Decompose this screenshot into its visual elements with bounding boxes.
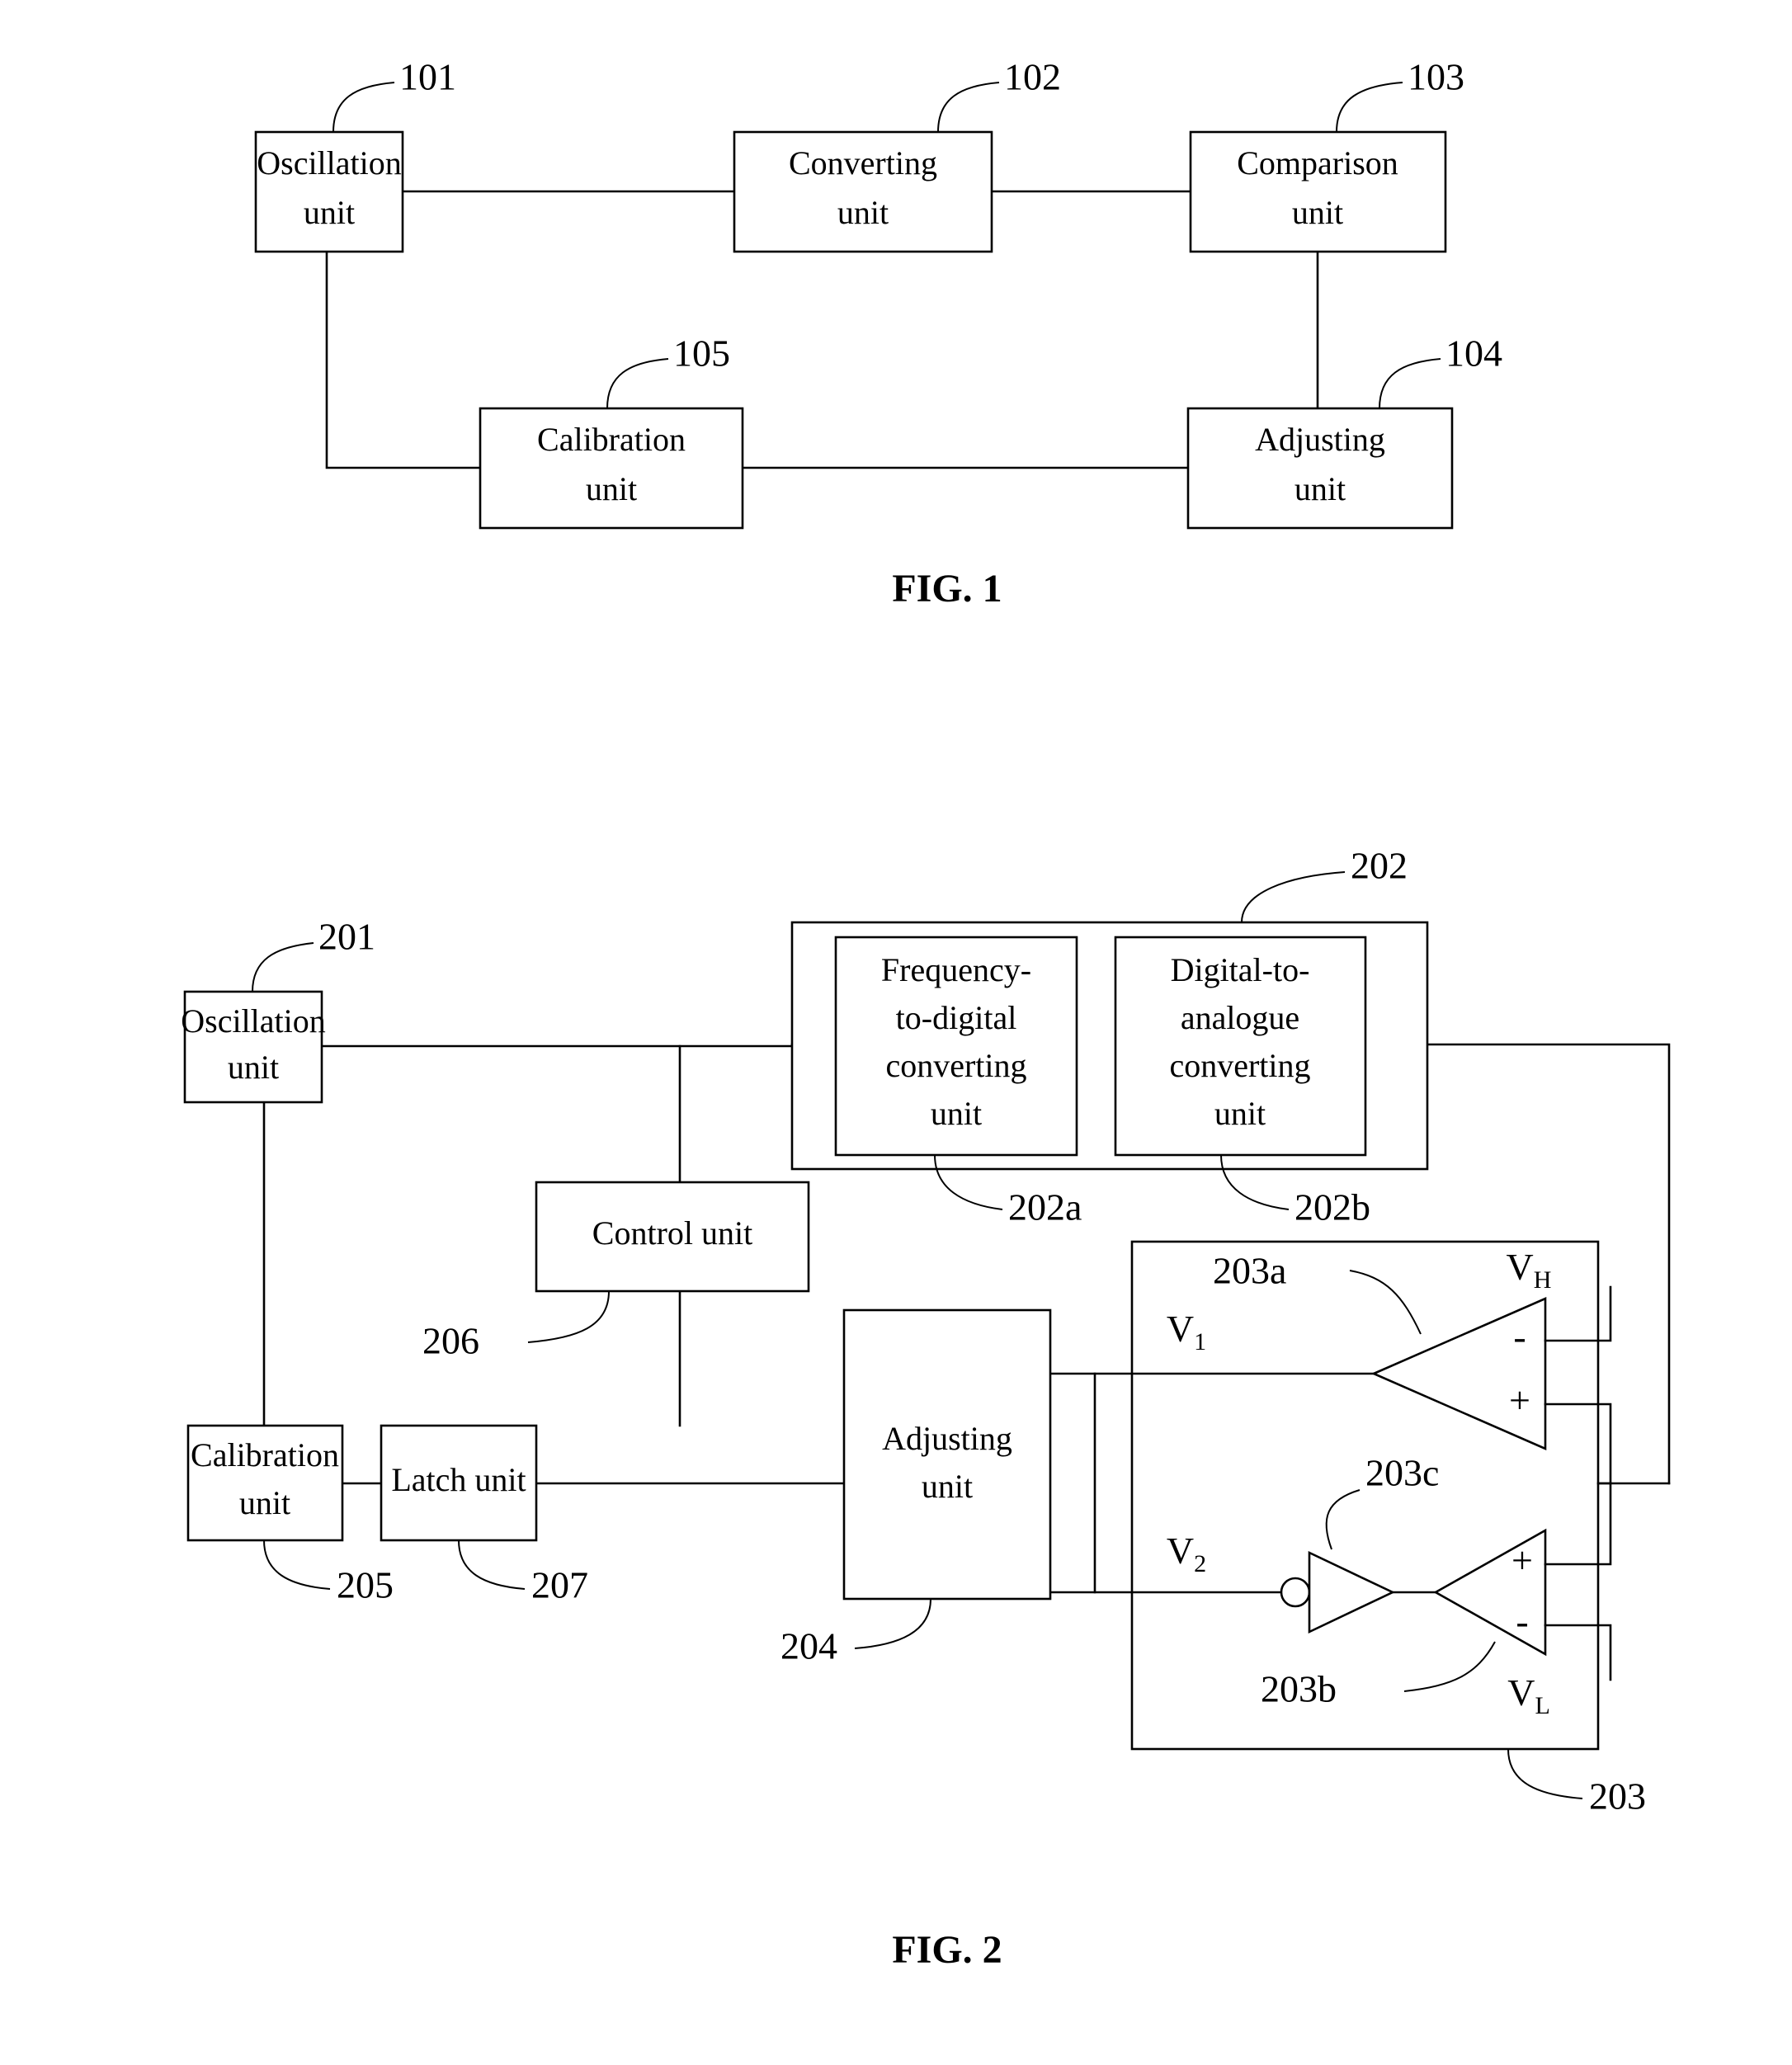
fig2-205-line2: unit — [239, 1484, 290, 1521]
fig1-leader-104 — [1379, 358, 1441, 409]
fig1-oscillation-label-line1: Oscillation — [257, 144, 402, 182]
fig2-ref-206: 206 — [422, 1320, 479, 1362]
fig2-ref-204: 204 — [780, 1625, 837, 1667]
fig2-ref-201: 201 — [318, 916, 375, 958]
fig1-ref-103: 103 — [1408, 56, 1464, 98]
fig1-leader-103 — [1336, 82, 1403, 133]
fig2-leader-206 — [527, 1290, 610, 1343]
fig2-207-line1: Latch unit — [391, 1461, 526, 1498]
fig2-ref-202a: 202a — [1008, 1186, 1082, 1228]
fig1-ref-104: 104 — [1445, 332, 1502, 375]
fig1-comparison-label-line2: unit — [1292, 194, 1343, 231]
fig1-leader-105 — [606, 358, 669, 409]
fig2-202a-line2: to-digital — [896, 999, 1017, 1036]
fig1-ref-102: 102 — [1004, 56, 1061, 98]
fig2-ref-202b: 202b — [1294, 1186, 1370, 1228]
fig1-calibration-label-line2: unit — [586, 470, 637, 507]
fig1-adjusting-label-line2: unit — [1294, 470, 1346, 507]
fig2-ref-203b: 203b — [1261, 1668, 1337, 1710]
fig2-204-line1: Adjusting — [882, 1420, 1012, 1457]
fig2-ref-202: 202 — [1351, 845, 1408, 887]
patent-figure-page: Oscillation unit 101 Converting unit 102… — [0, 0, 1792, 2065]
fig2-202b-line1: Digital-to- — [1171, 951, 1310, 988]
fig2-comparator-high-plus-pin: + — [1509, 1379, 1530, 1421]
fig1-oscillation-label-line2: unit — [304, 194, 355, 231]
fig2-202a-line3: converting — [885, 1047, 1026, 1084]
fig2-leader-201 — [252, 942, 314, 992]
fig2-202b-line4: unit — [1214, 1095, 1266, 1132]
fig2-202b-line3: converting — [1169, 1047, 1310, 1084]
fig2-ref-203c: 203c — [1365, 1452, 1439, 1494]
fig2-comparator-low-plus-pin: + — [1511, 1539, 1533, 1582]
fig2-leader-204 — [854, 1598, 931, 1649]
fig2-leader-202 — [1241, 871, 1346, 923]
fig2-inverter-bubble-icon — [1280, 1577, 1311, 1608]
fig2-leader-203 — [1507, 1748, 1583, 1799]
fig1-converting-label-line1: Converting — [789, 144, 937, 182]
figure-1: Oscillation unit 101 Converting unit 102… — [254, 56, 1502, 611]
fig2-202b-line2: analogue — [1181, 999, 1299, 1036]
fig2-202a-line1: Frequency- — [881, 951, 1031, 988]
fig2-ref-203a: 203a — [1213, 1250, 1286, 1292]
fig2-ref-203: 203 — [1589, 1775, 1646, 1817]
fig2-ref-207: 207 — [531, 1564, 588, 1606]
fig2-leader-207 — [458, 1539, 526, 1590]
fig2-201-line1: Oscillation — [181, 1002, 326, 1040]
fig2-comparator-high-minus-pin: - — [1513, 1316, 1526, 1358]
fig2-201-line2: unit — [228, 1049, 279, 1086]
fig1-ref-105: 105 — [673, 332, 730, 375]
fig1-leader-101 — [332, 82, 395, 133]
fig2-leader-205 — [263, 1539, 331, 1590]
fig2-caption: FIG. 2 — [892, 1928, 1002, 1972]
fig2-205-line1: Calibration — [191, 1436, 339, 1473]
fig1-ref-101: 101 — [399, 56, 456, 98]
fig2-204-line2: unit — [922, 1468, 973, 1505]
fig2-comparator-low-minus-pin: - — [1516, 1601, 1528, 1643]
fig1-adjusting-label-line1: Adjusting — [1255, 421, 1385, 458]
fig1-leader-102 — [937, 82, 1000, 133]
figure-sheet-svg: Oscillation unit 101 Converting unit 102… — [181, 56, 1671, 1972]
fig1-comparison-label-line1: Comparison — [1237, 144, 1398, 182]
fig2-ref-205: 205 — [337, 1564, 394, 1606]
fig1-caption: FIG. 1 — [892, 567, 1002, 611]
figure-2: 202 Frequency- to-digital converting uni… — [181, 845, 1671, 1972]
fig2-202a-line4: unit — [931, 1095, 982, 1132]
fig2-206-line1: Control unit — [592, 1214, 752, 1252]
fig1-calibration-label-line1: Calibration — [537, 421, 686, 458]
wire-105-to-101 — [325, 250, 482, 469]
fig1-converting-label-line2: unit — [837, 194, 889, 231]
